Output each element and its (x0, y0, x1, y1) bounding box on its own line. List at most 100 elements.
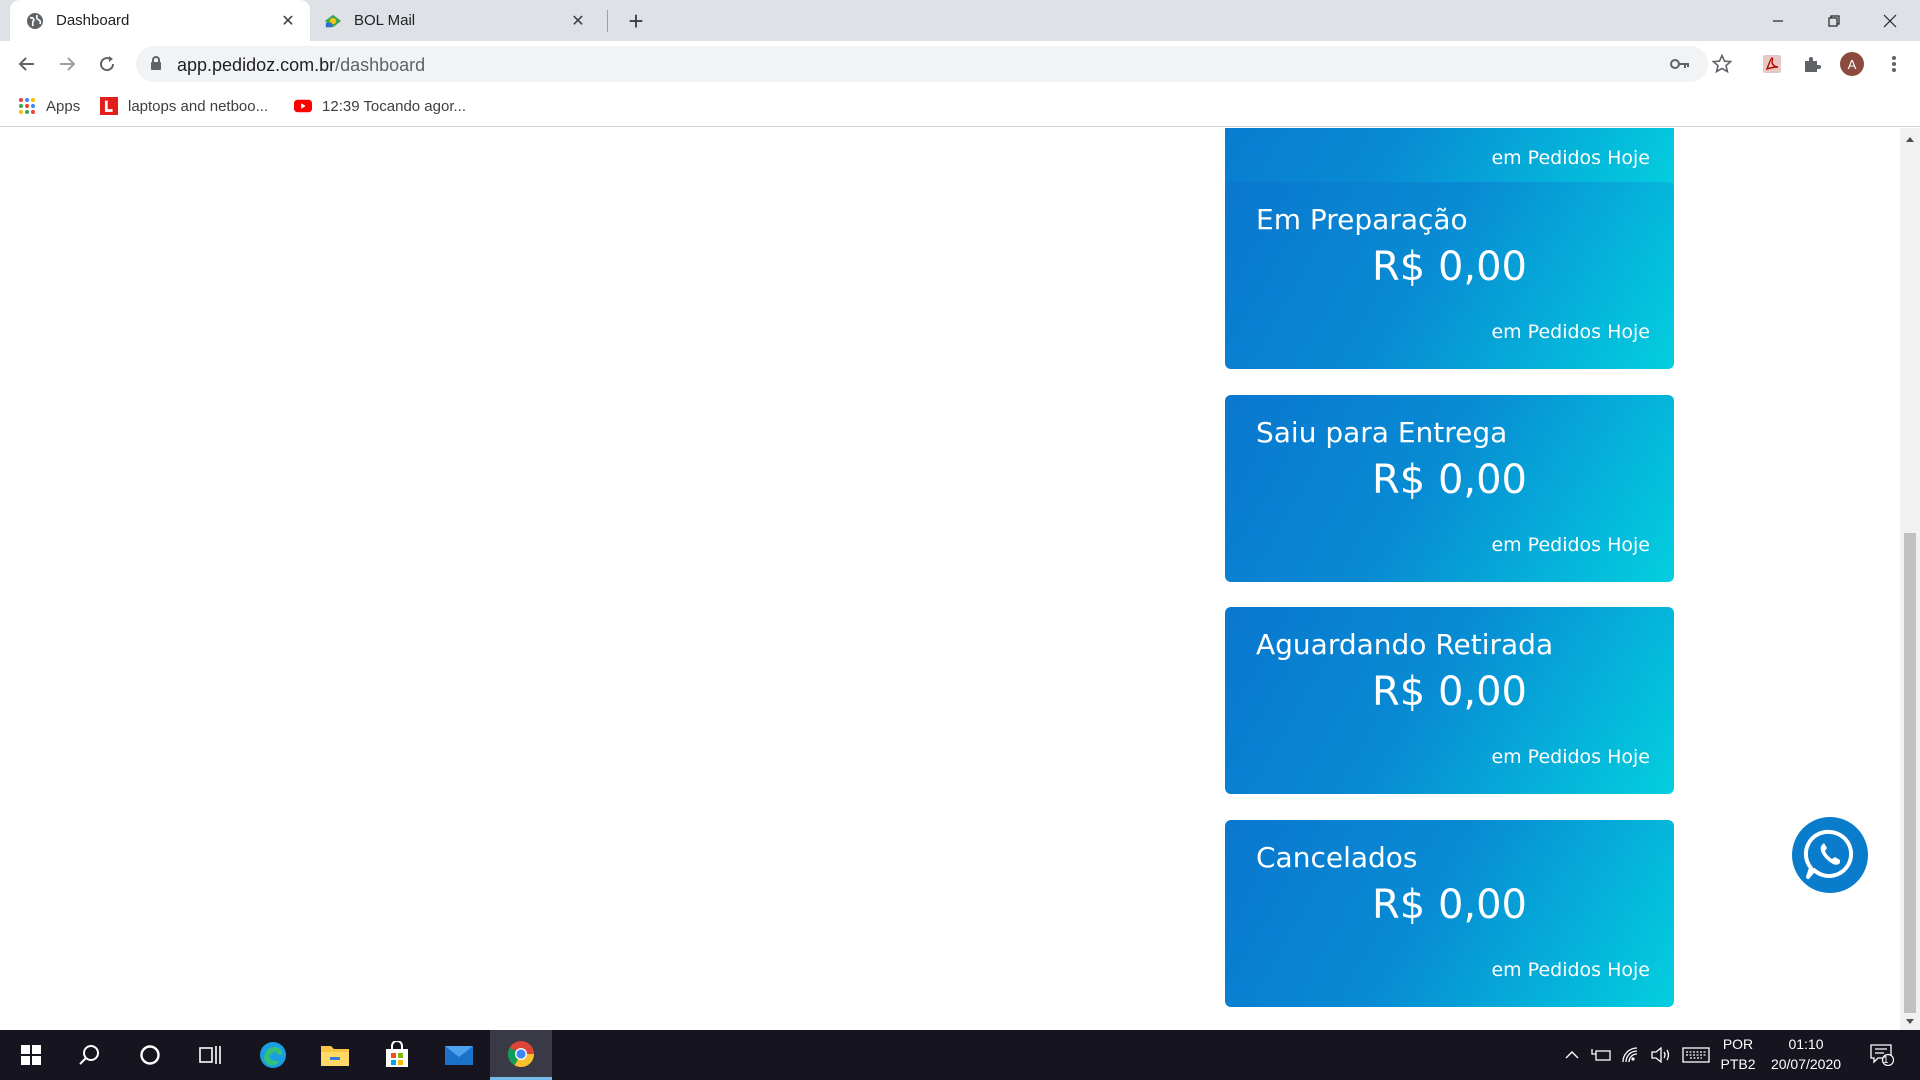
store-icon (386, 1041, 408, 1067)
tab-divider (607, 10, 608, 32)
chrome-icon (507, 1040, 535, 1067)
card-title: Em Preparação (1256, 203, 1468, 236)
card-title: Cancelados (1256, 841, 1418, 874)
new-tab-button[interactable]: + (622, 6, 650, 36)
pdf-extension-button[interactable] (1756, 48, 1788, 80)
star-icon (1712, 54, 1732, 74)
reload-icon (100, 56, 115, 72)
cortana-icon (140, 1045, 160, 1065)
scroll-up-arrow[interactable] (1900, 130, 1920, 147)
card-subtitle: em Pedidos Hoje (1491, 534, 1650, 556)
restore-icon (1828, 14, 1840, 27)
network-button[interactable] (1618, 1030, 1644, 1080)
whatsapp-icon (1803, 829, 1854, 879)
edge-button[interactable] (242, 1030, 304, 1080)
action-center-button[interactable]: 1 (1862, 1030, 1902, 1080)
puzzle-icon (1805, 57, 1821, 72)
apps-grid-icon (18, 97, 36, 115)
back-button[interactable] (11, 48, 43, 80)
restore-button[interactable] (1806, 0, 1862, 41)
url-host: app.pedidoz.com.br (177, 55, 336, 75)
back-arrow-icon (18, 57, 34, 71)
mail-button[interactable] (428, 1030, 490, 1080)
bol-mail-icon (324, 12, 342, 30)
page-content: em Pedidos Hoje Em Preparação R$ 0,00 em… (0, 128, 1920, 1030)
globe-icon (26, 12, 44, 30)
bookmark-apps[interactable]: Apps (18, 87, 80, 125)
bookmark-label: 12:39 Tocando agor... (322, 97, 467, 115)
clock[interactable]: 01:10 20/07/2020 (1764, 1034, 1848, 1074)
close-tab-icon[interactable]: ✕ (276, 9, 300, 33)
screen: Dashboard ✕ BOL Mail ✕ + app.pedidoz.com… (0, 0, 1920, 1080)
extensions-button[interactable] (1796, 48, 1828, 80)
battery-icon (1591, 1049, 1611, 1061)
bookmark-star-button[interactable] (1706, 48, 1738, 80)
tab-title: BOL Mail (354, 12, 416, 29)
edge-icon (260, 1042, 286, 1068)
keyboard-layout: PTB2 (1720, 1056, 1756, 1072)
bookmark-label: Apps (46, 97, 81, 115)
input-language-indicator[interactable]: POR PTB2 (1716, 1034, 1760, 1074)
bookmark-laptops[interactable]: laptops and netboo... (100, 87, 268, 125)
lock-icon (150, 56, 162, 76)
tab-title: Dashboard (56, 12, 130, 29)
forward-button[interactable] (51, 48, 83, 80)
whatsapp-button[interactable] (1792, 817, 1868, 893)
search-icon (79, 1045, 99, 1065)
bookmarks-bar: Apps laptops and netboo... 12:39 Tocando… (0, 87, 1920, 127)
chrome-menu-button[interactable] (1878, 48, 1910, 80)
address-bar[interactable]: app.pedidoz.com.br/dashboard (136, 46, 1708, 82)
chevron-up-icon (1565, 1051, 1579, 1059)
kebab-menu-icon (1892, 56, 1896, 72)
task-view-icon (199, 1046, 221, 1064)
start-icon (21, 1045, 41, 1065)
scrollbar-thumb[interactable] (1904, 533, 1916, 1013)
acrobat-icon (1763, 55, 1781, 73)
task-view-button[interactable] (180, 1030, 242, 1080)
key-icon[interactable] (1668, 52, 1692, 76)
start-button[interactable] (0, 1030, 62, 1080)
close-window-button[interactable] (1862, 0, 1918, 41)
touch-keyboard-button[interactable] (1680, 1030, 1712, 1080)
language-code: POR (1722, 1036, 1754, 1052)
card-em-preparacao: Em Preparação R$ 0,00 em Pedidos Hoje (1225, 182, 1674, 369)
file-explorer-button[interactable] (304, 1030, 366, 1080)
store-button[interactable] (366, 1030, 428, 1080)
keyboard-icon (1682, 1047, 1710, 1063)
minimize-button[interactable] (1750, 0, 1806, 41)
scroll-down-arrow[interactable] (1900, 1013, 1920, 1030)
wifi-icon (1622, 1047, 1638, 1063)
battery-button[interactable] (1588, 1030, 1614, 1080)
card-subtitle: em Pedidos Hoje (1491, 147, 1650, 169)
url-text: app.pedidoz.com.br/dashboard (177, 55, 425, 76)
bookmark-youtube[interactable]: 12:39 Tocando agor... (294, 87, 466, 125)
close-tab-icon[interactable]: ✕ (566, 9, 590, 33)
cortana-button[interactable] (119, 1030, 181, 1080)
card-value: R$ 0,00 (1371, 457, 1528, 503)
card-subtitle: em Pedidos Hoje (1491, 959, 1650, 981)
tab-strip: Dashboard ✕ BOL Mail ✕ + (0, 0, 1920, 41)
card-title: Saiu para Entrega (1256, 416, 1508, 449)
card-subtitle: em Pedidos Hoje (1491, 746, 1650, 768)
tab-bol-mail[interactable]: BOL Mail ✕ (310, 0, 600, 41)
tab-dashboard[interactable]: Dashboard ✕ (10, 0, 310, 41)
profile-avatar[interactable]: A (1840, 52, 1864, 76)
volume-button[interactable] (1648, 1030, 1674, 1080)
l-logo-icon (100, 97, 118, 115)
show-hidden-icons-button[interactable] (1560, 1030, 1584, 1080)
clock-time: 01:10 (1788, 1036, 1824, 1052)
speaker-icon (1651, 1047, 1670, 1063)
card-saiu-para-entrega: Saiu para Entrega R$ 0,00 em Pedidos Hoj… (1225, 395, 1674, 582)
clock-date: 20/07/2020 (1770, 1056, 1842, 1072)
search-button[interactable] (58, 1030, 120, 1080)
windows-taskbar: POR PTB2 01:10 20/07/2020 1 (0, 1030, 1920, 1080)
file-explorer-icon (321, 1046, 349, 1066)
mail-icon (445, 1046, 473, 1065)
card-value: R$ 0,00 (1371, 669, 1528, 715)
reload-button[interactable] (91, 48, 123, 80)
notification-count-badge: 1 (1883, 1055, 1889, 1066)
card-title: Aguardando Retirada (1256, 628, 1554, 661)
card-value: R$ 0,00 (1371, 244, 1528, 290)
notifications-icon (1870, 1044, 1894, 1066)
chrome-taskbar-button[interactable] (490, 1030, 552, 1080)
